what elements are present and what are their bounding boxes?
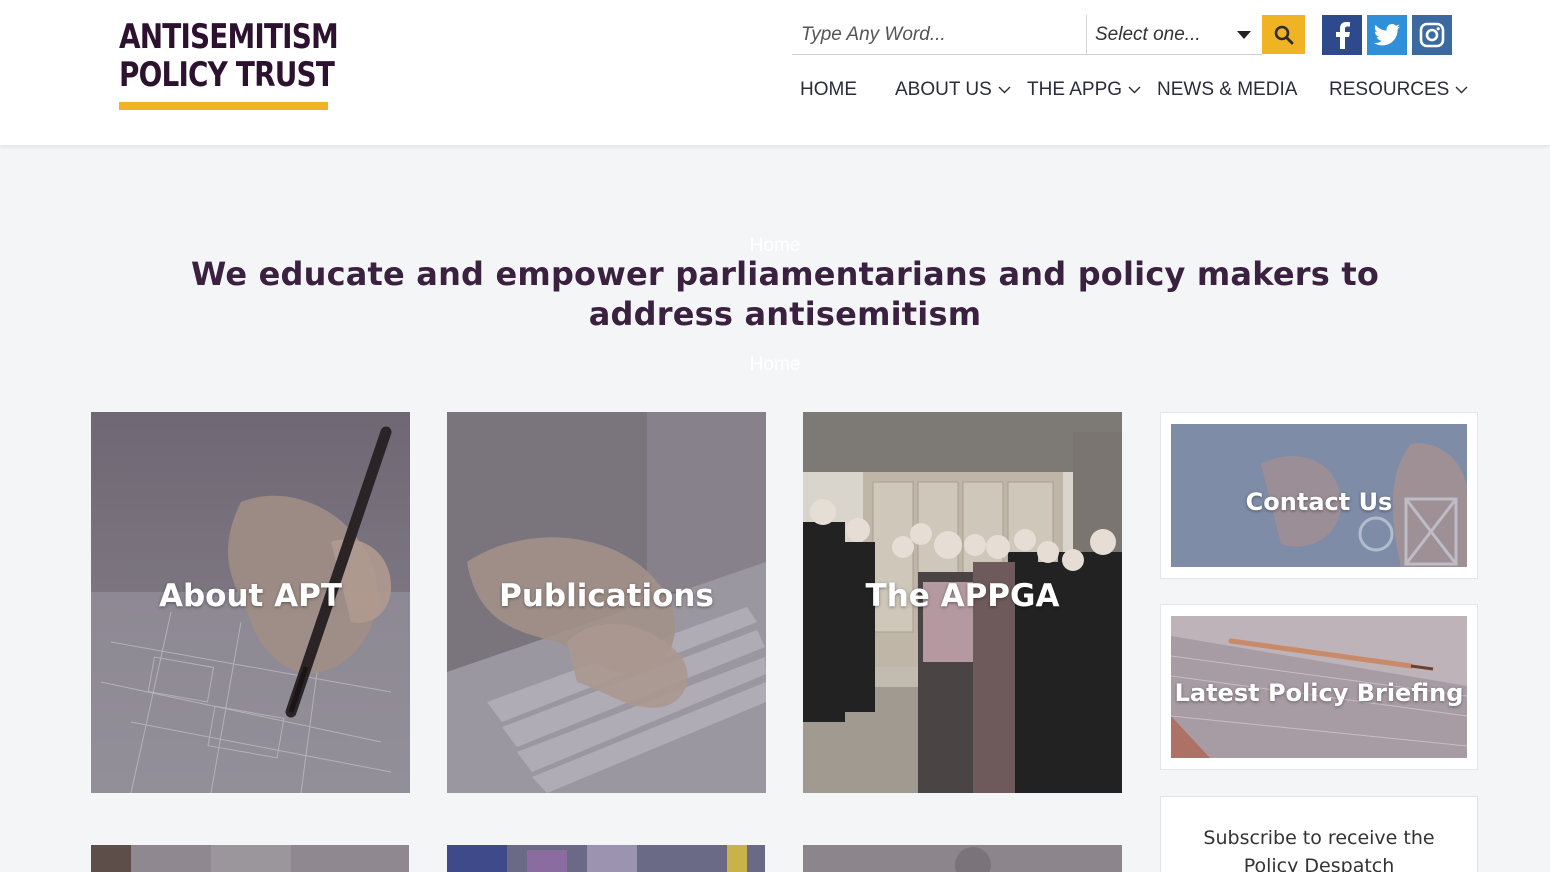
- search-input[interactable]: [792, 15, 1086, 55]
- nav-home-label: HOME: [800, 79, 857, 100]
- contact-us-title: Contact Us: [1245, 488, 1393, 516]
- search-icon: [1274, 25, 1293, 44]
- card-about-apt[interactable]: About APT: [91, 412, 410, 793]
- instagram-link[interactable]: [1412, 15, 1452, 55]
- briefing-image-wrap: Latest Policy Briefing: [1171, 616, 1467, 758]
- instagram-icon: [1419, 22, 1445, 48]
- card-row2-3[interactable]: [803, 845, 1122, 872]
- sidebar-contact-card[interactable]: Contact Us: [1160, 412, 1478, 579]
- card-about-apt-title: About APT: [158, 578, 343, 614]
- chevron-down-icon: [998, 86, 1011, 94]
- logo-line-1: ANTISEMITISM: [119, 17, 339, 57]
- category-select[interactable]: Select one...: [1086, 15, 1262, 55]
- card-the-appga[interactable]: The APPGA: [803, 412, 1122, 793]
- nav-about-us[interactable]: ABOUT US: [895, 78, 1011, 102]
- card-image: [803, 845, 1122, 872]
- nav-news-media[interactable]: NEWS & MEDIA: [1157, 78, 1297, 102]
- twitter-link[interactable]: [1367, 15, 1407, 55]
- nav-appg-label: THE APPG: [1027, 79, 1123, 100]
- nav-the-appg[interactable]: THE APPG: [1027, 78, 1141, 102]
- card-image: [447, 845, 765, 872]
- logo-line-2: POLICY TRUST: [119, 55, 335, 95]
- card-the-appga-title: The APPGA: [865, 578, 1060, 614]
- search-button[interactable]: [1262, 15, 1305, 54]
- contact-image-wrap: Contact Us: [1171, 424, 1467, 567]
- breadcrumb-secondary[interactable]: Home: [0, 354, 1550, 376]
- card-publications-title: Publications: [499, 578, 714, 614]
- latest-briefing-title: Latest Policy Briefing: [1174, 679, 1464, 707]
- chevron-down-icon: [1455, 86, 1468, 94]
- card-row2-1[interactable]: [91, 845, 409, 872]
- twitter-icon: [1374, 24, 1400, 46]
- card-publications[interactable]: Publications: [447, 412, 766, 793]
- sidebar-briefing-card[interactable]: Latest Policy Briefing: [1160, 604, 1478, 770]
- site-header: ANTISEMITISM POLICY TRUST Select one... …: [0, 0, 1550, 145]
- page-headline: We educate and empower parliamentarians …: [190, 255, 1379, 333]
- nav-news-label: NEWS & MEDIA: [1157, 79, 1298, 100]
- caret-down-icon: [1237, 31, 1251, 39]
- chevron-down-icon: [1128, 86, 1141, 94]
- nav-about-label: ABOUT US: [895, 79, 992, 100]
- facebook-icon: [1336, 22, 1350, 49]
- nav-resources[interactable]: RESOURCES: [1329, 78, 1468, 102]
- nav-resources-label: RESOURCES: [1329, 79, 1450, 100]
- logo-underline: [119, 102, 328, 110]
- card-image: [91, 845, 409, 872]
- category-select-value: Select one...: [1095, 23, 1201, 45]
- subscribe-box: Subscribe to receive the Policy Despatch: [1160, 796, 1478, 872]
- nav-home[interactable]: HOME: [800, 78, 857, 102]
- facebook-link[interactable]: [1322, 15, 1362, 55]
- card-row2-2[interactable]: [447, 845, 765, 872]
- site-logo[interactable]: ANTISEMITISM POLICY TRUST: [119, 17, 339, 110]
- subscribe-text: Subscribe to receive the Policy Despatch: [1203, 827, 1435, 872]
